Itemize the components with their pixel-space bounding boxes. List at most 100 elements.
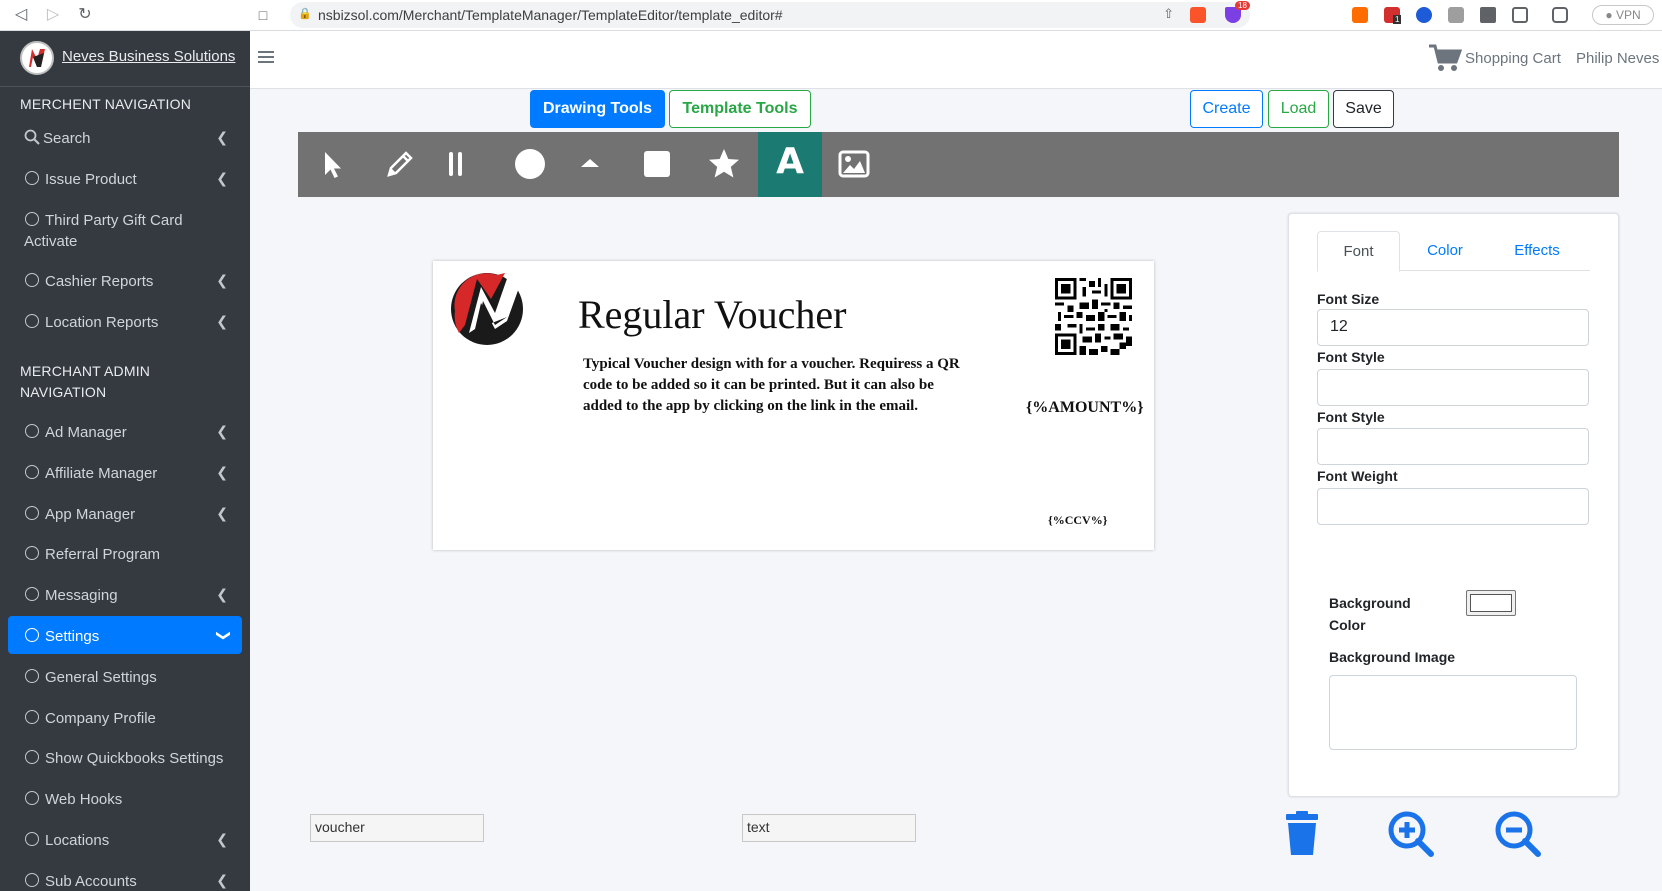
font-size-label: Font Size [1317,291,1380,307]
sidebar-toggle-icon[interactable] [1512,7,1528,23]
font-weight-input[interactable] [1317,488,1589,525]
zoom-out-icon[interactable] [1494,810,1542,858]
vpn-toggle[interactable]: ● VPN [1592,5,1654,25]
extension-icon[interactable] [1352,7,1368,23]
star-icon [709,149,739,178]
chevron-left-icon: ❮ [216,272,228,288]
sidebar-item-label: Show Quickbooks Settings [45,750,224,767]
chevron-left-icon: ❮ [216,505,228,521]
circle-icon [515,149,545,179]
bookmark-icon[interactable]: □ [252,4,274,26]
pencil-tool[interactable] [368,132,432,197]
trash-icon[interactable] [1278,810,1326,858]
sidebar: Neves Business Solutions MERCHENT NAVIGA… [0,31,250,891]
sidebar-item-cashier-reports[interactable]: Cashier Reports ❮ [8,261,242,299]
sidebar-item-app-manager[interactable]: App Manager ❮ [8,494,242,532]
background-color-picker[interactable] [1466,590,1516,616]
vpn-label: VPN [1615,8,1641,22]
chevron-left-icon: ❮ [216,831,228,847]
sidebar-item-ad-manager[interactable]: Ad Manager ❮ [8,412,242,450]
tab-effects[interactable]: Effects [1492,231,1582,271]
extension-icon[interactable] [1448,7,1464,23]
object-name-input[interactable]: voucher [310,814,484,842]
load-button[interactable]: Load [1268,90,1329,128]
create-button[interactable]: Create [1190,90,1263,128]
sidebar-item-label: Locations [45,832,110,849]
line-tool[interactable] [424,132,488,197]
brave-rewards-icon[interactable]: 18 [1225,1,1250,23]
sidebar-item-general-settings[interactable]: General Settings [8,657,242,695]
hamburger-menu-icon[interactable] [258,51,274,65]
user-menu[interactable]: Philip Neves [1576,50,1659,67]
tab-font[interactable]: Font [1317,231,1400,272]
top-navbar: Shopping Cart Philip Neves [250,31,1662,89]
circle-icon [25,669,39,683]
sidebar-item-sub-accounts[interactable]: Sub Accounts ❮ [8,861,242,891]
sidebar-item-quickbooks-settings[interactable]: Show Quickbooks Settings [8,738,242,776]
rectangle-tool[interactable] [625,132,689,197]
sidebar-item-label: Issue Product [45,171,137,188]
extension-icon[interactable]: 1 [1384,7,1402,24]
chevron-left-icon: ❮ [216,586,228,602]
sidebar-item-label: General Settings [45,669,157,686]
sidebar-item-company-profile[interactable]: Company Profile [8,698,242,736]
background-image-input[interactable] [1329,675,1577,750]
triangle-tool[interactable] [558,132,622,197]
shopping-cart-link[interactable]: Shopping Cart [1465,50,1561,67]
share-icon[interactable]: ⇧ [1163,6,1174,22]
star-tool[interactable] [692,132,756,197]
sidebar-item-locations[interactable]: Locations ❮ [8,820,242,858]
voucher-description-text[interactable]: Typical Voucher design with for a vouche… [583,354,973,417]
qr-code-icon[interactable] [1055,278,1132,355]
wallet-icon[interactable] [1552,7,1568,23]
sidebar-item-affiliate-manager[interactable]: Affiliate Manager ❮ [8,453,242,491]
shopping-cart-icon[interactable] [1428,43,1462,73]
sidebar-item-label: Search [43,130,91,147]
circle-icon [25,587,39,601]
font-style-input[interactable] [1317,369,1589,406]
sidebar-item-location-reports[interactable]: Location Reports ❮ [8,302,242,340]
ccv-placeholder-text[interactable]: {%CCV%} [1048,513,1107,528]
circle-icon [25,506,39,520]
brave-shield-icon[interactable] [1190,7,1206,23]
sidebar-item-referral-program[interactable]: Referral Program [8,534,242,572]
text-tool[interactable]: A [758,132,822,197]
sidebar-item-label: Web Hooks [45,791,123,808]
object-type-input[interactable]: text [742,814,916,842]
voucher-title-text[interactable]: Regular Voucher [578,291,846,338]
extension-icon[interactable] [1416,7,1432,23]
font-size-input[interactable]: 12 [1317,309,1589,346]
sidebar-item-search[interactable]: Search ❮ [8,118,242,156]
circle-icon [25,424,39,438]
drawing-tools-button[interactable]: Drawing Tools [530,90,665,128]
sidebar-item-web-hooks[interactable]: Web Hooks [8,779,242,817]
sidebar-item-issue-product[interactable]: Issue Product ❮ [8,159,242,197]
circle-tool[interactable] [498,132,562,197]
image-icon [838,150,870,178]
sidebar-item-messaging[interactable]: Messaging ❮ [8,575,242,613]
puzzle-icon[interactable] [1480,7,1496,23]
forward-icon[interactable]: ▷ [42,4,64,26]
select-tool[interactable] [300,132,364,197]
template-tools-button[interactable]: Template Tools [669,90,811,128]
rewards-badge: 18 [1235,1,1250,10]
address-bar[interactable]: 🔒 nsbizsol.com/Merchant/TemplateManager/… [290,2,1250,28]
amount-placeholder-text[interactable]: {%AMOUNT%} [1026,399,1144,417]
background-color-label: Background Color [1329,595,1411,633]
circle-icon [25,546,39,560]
save-button[interactable]: Save [1333,90,1394,128]
rectangle-icon [644,151,670,177]
template-canvas[interactable]: Regular Voucher Typical Voucher design w… [433,261,1154,550]
back-icon[interactable]: ◁ [10,4,32,26]
sidebar-item-third-party-gift-card[interactable]: Third Party Gift Card Activate [8,200,242,250]
sidebar-item-settings[interactable]: Settings ❮ [8,616,242,654]
image-tool[interactable] [822,132,886,197]
circle-icon [25,750,39,764]
company-logo-icon[interactable] [447,267,527,347]
reload-icon[interactable]: ↻ [74,4,96,26]
tab-color[interactable]: Color [1406,231,1484,271]
font-style-input[interactable] [1317,428,1589,465]
brand-link[interactable]: Neves Business Solutions [0,31,250,87]
zoom-in-icon[interactable] [1387,810,1435,858]
search-icon [24,129,40,145]
